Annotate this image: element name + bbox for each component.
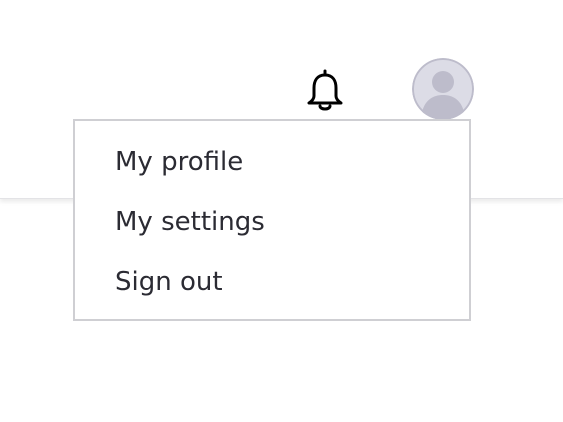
menu-item-my-settings[interactable]: My settings — [115, 202, 265, 242]
user-avatar-button[interactable] — [412, 58, 474, 120]
menu-item-my-profile[interactable]: My profile — [115, 142, 243, 182]
page: My profile My settings Sign out — [0, 0, 563, 422]
menu-item-sign-out[interactable]: Sign out — [115, 262, 223, 302]
user-menu-dropdown: My profile My settings Sign out — [73, 119, 471, 321]
bell-icon — [307, 69, 343, 111]
user-avatar-icon — [412, 58, 474, 120]
notifications-button[interactable] — [304, 67, 346, 113]
